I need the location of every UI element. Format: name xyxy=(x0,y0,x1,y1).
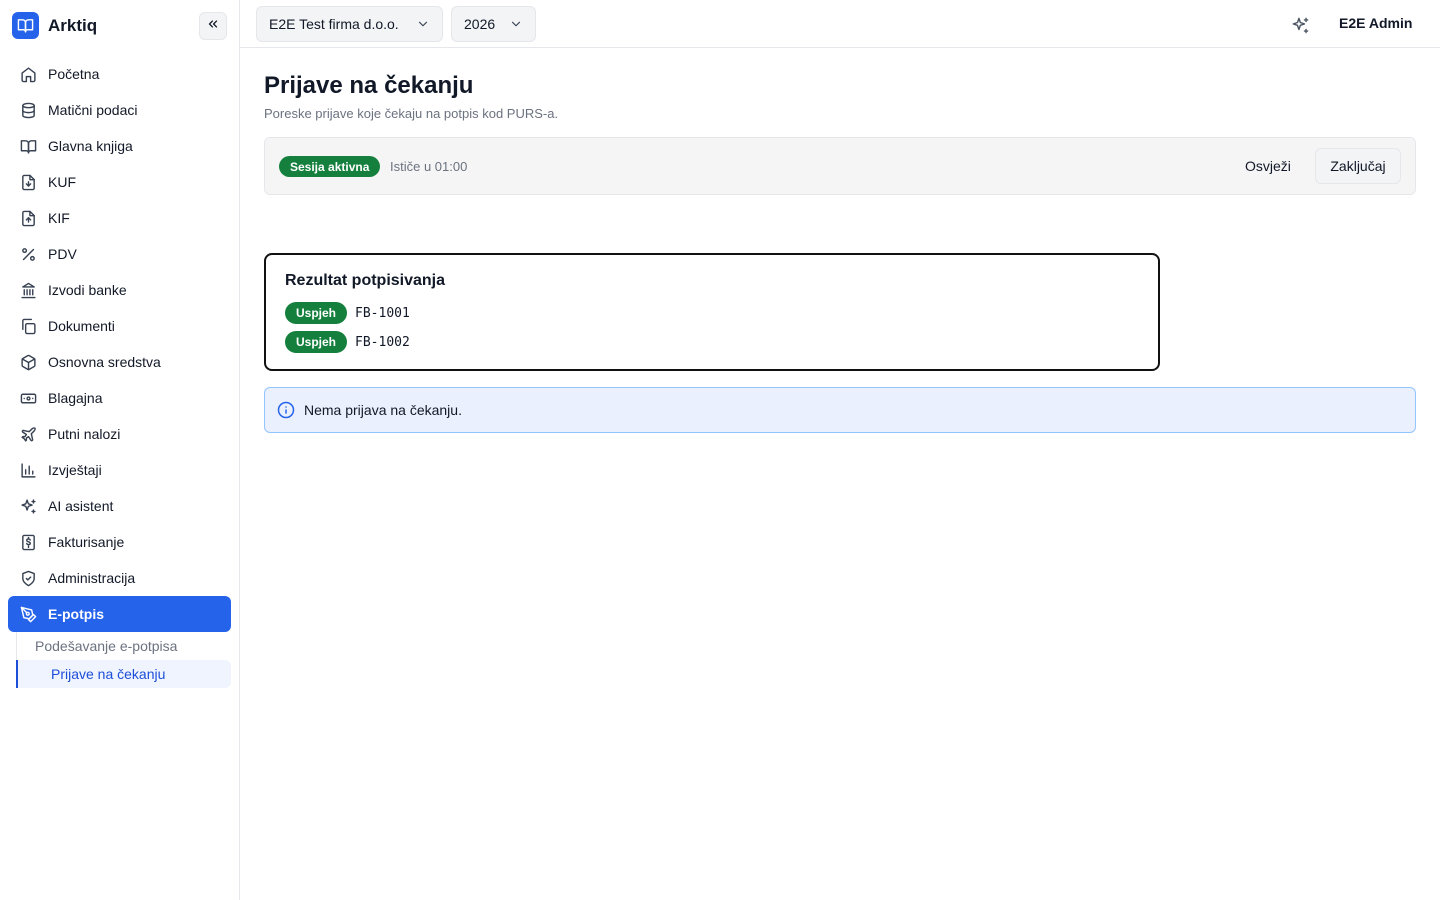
sidebar-item-label: Matični podaci xyxy=(48,102,138,118)
subnav-item-prijave-na-cekanju[interactable]: Prijave na čekanju xyxy=(16,660,231,688)
sidebar-item-label: Putni nalozi xyxy=(48,426,121,442)
sidebar-item-maticni-podaci[interactable]: Matični podaci xyxy=(8,92,231,128)
e-potpis-subnav: Podešavanje e-potpisa Prijave na čekanju xyxy=(16,632,231,688)
session-bar: Sesija aktivna Ističe u 01:00 Osvježi Za… xyxy=(264,137,1416,195)
topbar: E2E Test firma d.o.o. 2026 E2E Admin xyxy=(240,0,1440,48)
sidebar-item-administracija[interactable]: Administracija xyxy=(8,560,231,596)
book-logo-icon xyxy=(12,12,39,39)
copy-icon xyxy=(19,317,37,335)
sidebar-item-label: Administracija xyxy=(48,570,136,586)
chevrons-left-icon xyxy=(206,17,220,36)
pen-icon xyxy=(19,605,37,623)
info-alert-text: Nema prijava na čekanju. xyxy=(304,402,462,418)
sidebar-item-ai-asistent[interactable]: AI asistent xyxy=(8,488,231,524)
sidebar-item-osnovna-sredstva[interactable]: Osnovna sredstva xyxy=(8,344,231,380)
sidebar-item-label: Fakturisanje xyxy=(48,534,125,550)
sidebar-item-putni-nalozi[interactable]: Putni nalozi xyxy=(8,416,231,452)
sidebar-item-kuf[interactable]: KUF xyxy=(8,164,231,200)
signing-result-card: Rezultat potpisivanja Uspjeh FB-1001 Usp… xyxy=(264,253,1160,371)
result-code: FB-1002 xyxy=(355,334,410,350)
sidebar-item-glavna-knjiga[interactable]: Glavna knjiga xyxy=(8,128,231,164)
lock-button[interactable]: Zaključaj xyxy=(1315,148,1401,184)
sidebar-item-label: AI asistent xyxy=(48,498,114,514)
file-upload-icon xyxy=(19,209,37,227)
sparkles-icon xyxy=(1291,16,1310,35)
user-menu-button[interactable]: E2E Admin xyxy=(1339,15,1412,31)
signing-result-title: Rezultat potpisivanja xyxy=(285,272,446,289)
success-badge: Uspjeh xyxy=(285,302,348,324)
sidebar: Arktiq Početna Matični podaci Glavna knj… xyxy=(0,0,240,900)
sidebar-item-label: PDV xyxy=(48,246,77,262)
collapse-sidebar-button[interactable] xyxy=(199,12,227,40)
sidebar-item-label: Izvodi banke xyxy=(48,282,127,298)
result-code: FB-1001 xyxy=(355,305,410,321)
sidebar-item-blagajna[interactable]: Blagajna xyxy=(8,380,231,416)
page-title: Prijave na čekanju xyxy=(264,72,474,99)
book-open-icon xyxy=(19,137,37,155)
sidebar-item-label: Osnovna sredstva xyxy=(48,354,161,370)
result-row: Uspjeh FB-1001 xyxy=(285,302,410,324)
shield-icon xyxy=(19,569,37,587)
sidebar-item-dokumenti[interactable]: Dokumenti xyxy=(8,308,231,344)
brand-name: Arktiq xyxy=(48,15,98,35)
plane-icon xyxy=(19,425,37,443)
info-alert: Nema prijava na čekanju. xyxy=(264,387,1416,433)
percent-icon xyxy=(19,245,37,263)
subnav-item-podesavanje[interactable]: Podešavanje e-potpisa xyxy=(1,632,231,660)
year-select-value: 2026 xyxy=(464,16,496,32)
sidebar-item-izvodi-banke[interactable]: Izvodi banke xyxy=(8,272,231,308)
sidebar-item-pdv[interactable]: PDV xyxy=(8,236,231,272)
session-status-badge: Sesija aktivna xyxy=(279,156,381,177)
banknote-icon xyxy=(19,389,37,407)
refresh-button[interactable]: Osvježi xyxy=(1234,148,1302,184)
home-icon xyxy=(19,65,37,83)
bank-icon xyxy=(19,281,37,299)
chevron-down-icon xyxy=(416,17,430,31)
sidebar-item-kif[interactable]: KIF xyxy=(8,200,231,236)
sidebar-item-label: E-potpis xyxy=(48,606,104,622)
result-row: Uspjeh FB-1002 xyxy=(285,331,410,353)
page-subtitle: Poreske prijave koje čekaju na potpis ko… xyxy=(264,106,559,121)
sidebar-item-izvjestaji[interactable]: Izvještaji xyxy=(8,452,231,488)
sidebar-item-label: Dokumenti xyxy=(48,318,115,334)
year-select[interactable]: 2026 xyxy=(451,6,536,42)
sparkles-icon xyxy=(19,497,37,515)
brand[interactable]: Arktiq xyxy=(12,12,97,39)
sidebar-item-label: KUF xyxy=(48,174,76,190)
company-select[interactable]: E2E Test firma d.o.o. xyxy=(256,6,443,42)
success-badge: Uspjeh xyxy=(285,331,348,353)
sidebar-item-e-potpis[interactable]: E-potpis xyxy=(8,596,231,632)
session-expires-text: Ističe u 01:00 xyxy=(390,159,468,174)
sidebar-item-fakturisanje[interactable]: Fakturisanje xyxy=(8,524,231,560)
file-download-icon xyxy=(19,173,37,191)
sidebar-item-label: Blagajna xyxy=(48,390,103,406)
sidebar-item-label: Glavna knjiga xyxy=(48,138,133,154)
sidebar-item-label: Izvještaji xyxy=(48,462,102,478)
receipt-icon xyxy=(19,533,37,551)
sidebar-item-label: KIF xyxy=(48,210,70,226)
sidebar-item-label: Početna xyxy=(48,66,100,82)
chevron-down-icon xyxy=(509,17,523,31)
company-select-value: E2E Test firma d.o.o. xyxy=(269,16,399,32)
sidebar-item-pocetna[interactable]: Početna xyxy=(8,56,231,92)
package-icon xyxy=(19,353,37,371)
database-icon xyxy=(19,101,37,119)
info-icon xyxy=(277,401,295,419)
bar-chart-icon xyxy=(19,461,37,479)
sidebar-nav: Početna Matični podaci Glavna knjiga KUF… xyxy=(8,56,231,632)
ai-assistant-button[interactable] xyxy=(1289,14,1311,36)
